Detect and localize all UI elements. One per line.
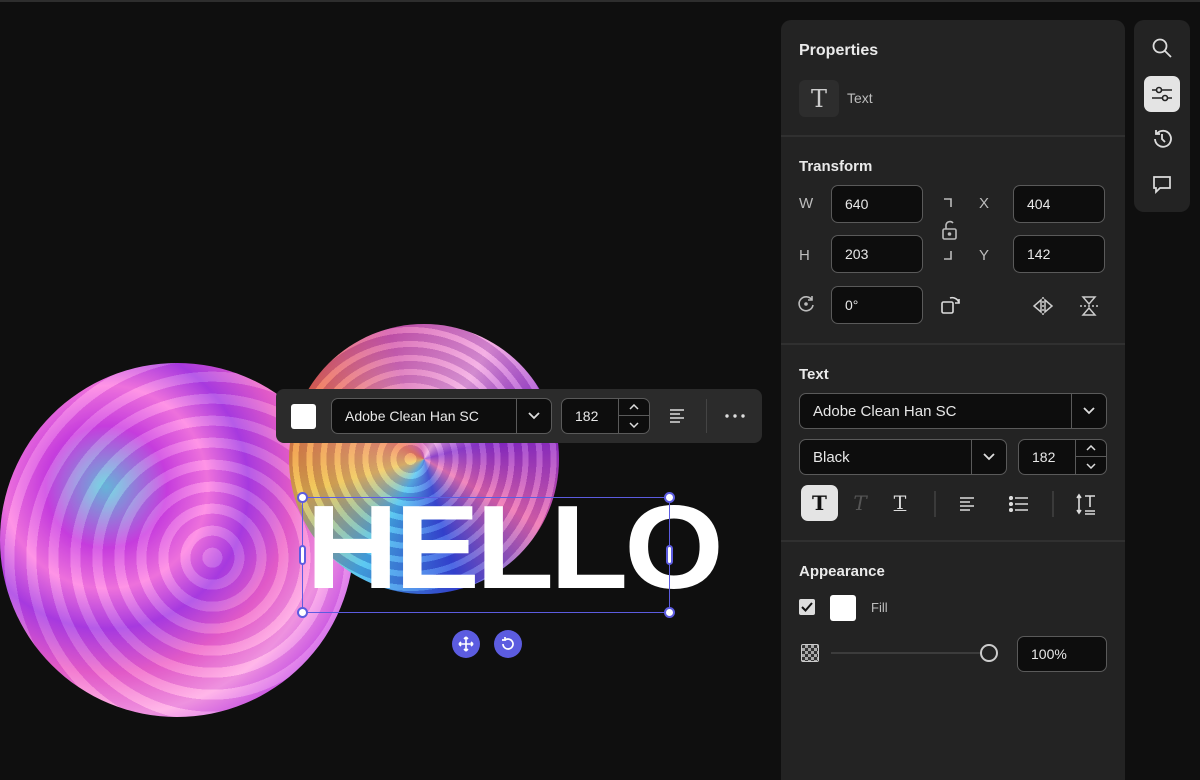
- font-size-stepper[interactable]: 182: [561, 398, 650, 434]
- h-label: H: [799, 247, 810, 264]
- divider: [781, 343, 1125, 345]
- properties-button[interactable]: [1144, 76, 1180, 112]
- divider: [1052, 491, 1054, 517]
- bullet-list-icon: [1009, 496, 1028, 512]
- align-left-icon: [960, 497, 974, 511]
- align-left-icon[interactable]: [664, 403, 690, 429]
- opacity-slider-thumb[interactable]: [980, 644, 998, 662]
- chevron-down-icon[interactable]: [971, 440, 1006, 474]
- increment-icon[interactable]: [619, 399, 649, 416]
- bold-icon: T: [812, 491, 827, 515]
- top-border: [0, 0, 1200, 2]
- appearance-title: Appearance: [799, 563, 885, 580]
- resize-handle-br[interactable]: [664, 607, 675, 618]
- more-options-icon[interactable]: [722, 403, 748, 429]
- w-label: W: [799, 195, 814, 212]
- fill-color-swatch[interactable]: [291, 404, 316, 429]
- selection-box[interactable]: [297, 492, 675, 618]
- fill-checkbox[interactable]: [799, 599, 815, 615]
- font-size-value: 182: [575, 408, 599, 424]
- font-weight-value: Black: [813, 448, 850, 466]
- resize-handle-right[interactable]: [666, 545, 673, 565]
- bold-button[interactable]: T: [801, 485, 838, 521]
- transform-title: Transform: [799, 158, 873, 175]
- opacity-slider-track[interactable]: [831, 652, 981, 654]
- decrement-icon[interactable]: [619, 416, 649, 433]
- chevron-down-icon[interactable]: [516, 399, 551, 433]
- font-family-dropdown[interactable]: Adobe Clean Han SC: [331, 398, 552, 434]
- x-input[interactable]: 404: [1013, 185, 1105, 223]
- resize-handle-tl[interactable]: [297, 492, 308, 503]
- rotation-value: 0°: [845, 297, 859, 313]
- width-input[interactable]: 640: [831, 185, 923, 223]
- fill-label: Fill: [871, 600, 888, 615]
- resize-handle-left[interactable]: [299, 545, 306, 565]
- chevron-down-icon[interactable]: [1071, 394, 1106, 428]
- opacity-checker-icon: [801, 644, 819, 662]
- search-button[interactable]: [1144, 30, 1180, 66]
- opacity-input[interactable]: 100%: [1017, 636, 1107, 672]
- underline-button[interactable]: T: [885, 485, 915, 521]
- flip-horizontal-icon[interactable]: [1030, 294, 1056, 318]
- y-label: Y: [979, 247, 990, 264]
- y-input[interactable]: 142: [1013, 235, 1105, 273]
- x-value: 404: [1027, 196, 1051, 212]
- fill-color-swatch[interactable]: [830, 595, 856, 621]
- font-size-stepper[interactable]: 182: [1018, 439, 1107, 475]
- object-type-label: Text: [847, 90, 873, 106]
- increment-icon[interactable]: [1076, 440, 1106, 457]
- font-family-select[interactable]: Adobe Clean Han SC: [799, 393, 1107, 429]
- underline-icon: T: [893, 492, 907, 514]
- height-value: 203: [845, 246, 869, 262]
- italic-button[interactable]: T: [845, 485, 875, 521]
- divider: [934, 491, 936, 517]
- italic-icon: T: [853, 491, 867, 515]
- font-size-value: 182: [1032, 449, 1056, 465]
- divider: [781, 540, 1125, 542]
- search-icon: [1152, 38, 1172, 58]
- floating-text-toolbar: Adobe Clean Han SC 182: [276, 389, 762, 443]
- font-weight-select[interactable]: Black: [799, 439, 1007, 475]
- text-type-icon: T: [799, 80, 839, 117]
- width-value: 640: [845, 196, 869, 212]
- rotate-90-icon[interactable]: [938, 293, 964, 317]
- x-label: X: [979, 195, 990, 212]
- move-icon: [458, 636, 474, 652]
- history-icon: [1154, 129, 1172, 148]
- y-value: 142: [1027, 246, 1051, 262]
- toolbar-divider: [706, 399, 707, 433]
- comment-icon: [1153, 176, 1171, 195]
- opacity-value: 100%: [1031, 646, 1067, 662]
- line-spacing-icon: [1076, 493, 1095, 515]
- line-spacing-button[interactable]: [1071, 489, 1101, 519]
- rotate-icon: [502, 637, 514, 650]
- properties-panel: Properties T Text Transform W 640 H 203 …: [781, 20, 1125, 780]
- rotation-icon: [795, 293, 817, 315]
- comments-button[interactable]: [1144, 167, 1180, 203]
- history-button[interactable]: [1144, 121, 1180, 157]
- decrement-icon[interactable]: [1076, 457, 1106, 474]
- align-left-button[interactable]: [953, 490, 981, 518]
- font-family-value: Adobe Clean Han SC: [345, 408, 479, 424]
- checkmark-icon: [801, 602, 813, 612]
- height-input[interactable]: 203: [831, 235, 923, 273]
- sliders-icon: [1152, 86, 1172, 102]
- resize-handle-tr[interactable]: [664, 492, 675, 503]
- lock-aspect-icon[interactable]: [937, 196, 963, 262]
- font-family-value: Adobe Clean Han SC: [813, 402, 957, 420]
- text-section-title: Text: [799, 366, 829, 383]
- rotation-input[interactable]: 0°: [831, 286, 923, 324]
- resize-handle-bl[interactable]: [297, 607, 308, 618]
- divider: [781, 135, 1125, 137]
- panel-title: Properties: [799, 42, 879, 59]
- rotate-button[interactable]: [494, 630, 522, 658]
- bullet-list-button[interactable]: [1005, 490, 1033, 518]
- flip-vertical-icon[interactable]: [1076, 294, 1102, 318]
- right-rail: [1134, 20, 1190, 212]
- move-button[interactable]: [452, 630, 480, 658]
